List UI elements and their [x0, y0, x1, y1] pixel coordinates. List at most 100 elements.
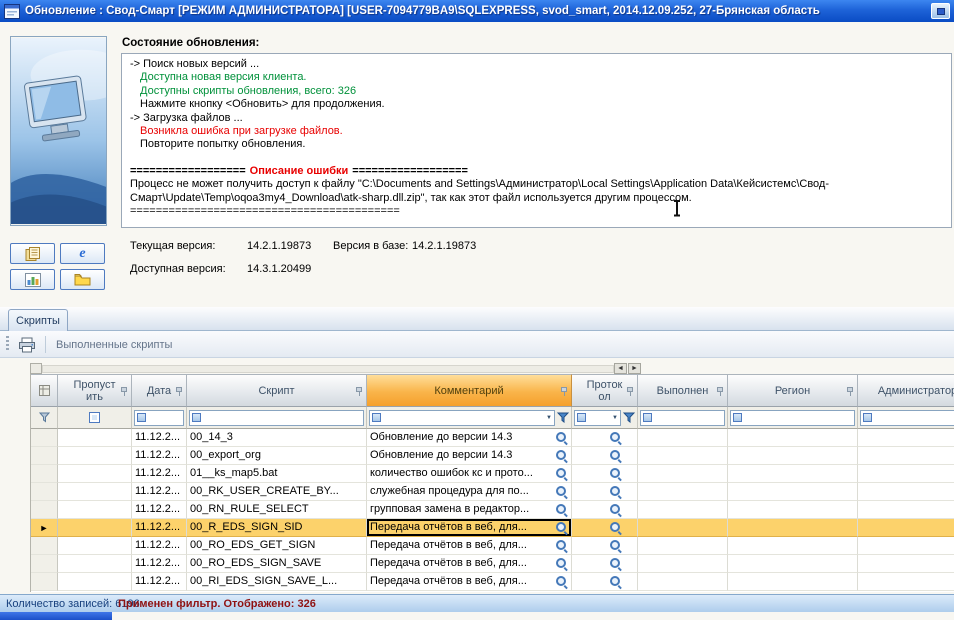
table-row[interactable]: 11.12.2... 00_RO_EDS_GET_SIGN Передача о… — [31, 537, 954, 555]
table-row[interactable]: 11.12.2... 00_14_3 Обновление до версии … — [31, 429, 954, 447]
header-comment[interactable]: Комментарий — [367, 374, 572, 407]
header-script[interactable]: Скрипт — [187, 374, 367, 407]
cell-skip[interactable] — [58, 519, 132, 537]
titlebar: Обновление : Свод-Смарт [РЕЖИМ АДМИНИСТР… — [0, 0, 954, 22]
pin-icon[interactable] — [847, 387, 854, 398]
magnifier-icon[interactable] — [610, 540, 622, 552]
current-version-label: Текущая версия: — [130, 240, 216, 252]
log-line: Возникла ошибка при загрузке файлов. — [140, 125, 343, 138]
pin-icon[interactable] — [627, 387, 634, 398]
cell-date: 11.12.2... — [132, 429, 187, 447]
journal-button[interactable] — [10, 243, 55, 264]
header-region[interactable]: Регион — [728, 374, 858, 407]
header-skip[interactable]: Пропустить — [58, 374, 132, 407]
table-row[interactable]: 11.12.2... 01__ks_map5.bat количество ош… — [31, 465, 954, 483]
header-executed[interactable]: Выполнен — [638, 374, 728, 407]
hscroll-left-arrow[interactable]: ◄ — [614, 363, 627, 374]
cell-protocol — [572, 501, 638, 519]
active-filter-funnel-icon[interactable] — [622, 412, 636, 424]
magnifier-icon[interactable] — [610, 486, 622, 498]
magnifier-icon[interactable] — [556, 540, 568, 552]
toolbar-grip[interactable] — [6, 336, 9, 352]
cell-date: 11.12.2... — [132, 447, 187, 465]
current-version-value: 14.2.1.19873 — [247, 240, 312, 252]
chart-icon — [24, 272, 41, 287]
titlebar-button[interactable] — [931, 3, 950, 19]
magnifier-icon[interactable] — [556, 450, 568, 462]
pin-icon[interactable] — [717, 387, 724, 398]
header-corner[interactable] — [31, 374, 58, 407]
pin-icon[interactable] — [176, 387, 183, 398]
error-heading-label: Описание ошибки — [249, 164, 349, 177]
status-bar: Количество записей: 6196 Применен фильтр… — [0, 594, 954, 612]
filter-field-icon — [372, 413, 381, 422]
checkbox-icon[interactable] — [89, 412, 100, 423]
filter-protocol[interactable]: ▼ — [572, 407, 638, 429]
cell-skip[interactable] — [58, 447, 132, 465]
magnifier-icon[interactable] — [556, 504, 568, 516]
header-admin[interactable]: Администратор — [858, 374, 954, 407]
dropdown-arrow-icon[interactable]: ▼ — [546, 415, 552, 421]
chart-button[interactable] — [10, 269, 55, 290]
cell-script: 00_14_3 — [187, 429, 367, 447]
filter-skip[interactable] — [58, 407, 132, 429]
table-row[interactable]: 11.12.2... 00_RK_USER_CREATE_BY... служе… — [31, 483, 954, 501]
magnifier-icon[interactable] — [610, 558, 622, 570]
error-heading-eq-right: ================== — [352, 164, 468, 177]
filter-script[interactable] — [187, 407, 367, 429]
header-date[interactable]: Дата — [132, 374, 187, 407]
pin-icon[interactable] — [561, 387, 568, 398]
magnifier-icon[interactable] — [556, 468, 568, 480]
cell-skip[interactable] — [58, 573, 132, 591]
cell-comment-focused[interactable]: Передача отчётов в веб, для... — [367, 519, 572, 537]
folder-button[interactable] — [60, 269, 105, 290]
hscrollbar-track[interactable] — [42, 365, 614, 373]
filter-admin[interactable] — [858, 407, 954, 429]
cell-executed — [638, 465, 728, 483]
filter-corner[interactable] — [31, 407, 58, 429]
magnifier-icon[interactable] — [610, 576, 622, 588]
magnifier-icon[interactable] — [610, 468, 622, 480]
cell-skip[interactable] — [58, 465, 132, 483]
cell-comment: Передача отчётов в веб, для... — [367, 555, 572, 573]
browser-button[interactable]: e — [60, 243, 105, 264]
cell-skip[interactable] — [58, 537, 132, 555]
cell-skip[interactable] — [58, 429, 132, 447]
magnifier-icon[interactable] — [610, 522, 622, 534]
magnifier-icon[interactable] — [610, 432, 622, 444]
magnifier-icon[interactable] — [610, 504, 622, 516]
magnifier-icon[interactable] — [556, 486, 568, 498]
header-protocol[interactable]: Протокол — [572, 374, 638, 407]
table-row-selected[interactable]: ► 11.12.2... 00_R_EDS_SIGN_SID Передача … — [31, 519, 954, 537]
cell-date: 11.12.2... — [132, 537, 187, 555]
cell-skip[interactable] — [58, 555, 132, 573]
hscroll-right-arrow[interactable]: ► — [628, 363, 641, 374]
table-row[interactable]: 11.12.2... 00_RN_RULE_SELECT групповая з… — [31, 501, 954, 519]
cell-date: 11.12.2... — [132, 501, 187, 519]
cell-region — [728, 573, 858, 591]
magnifier-icon[interactable] — [556, 576, 568, 588]
magnifier-icon[interactable] — [556, 432, 568, 444]
filter-date[interactable] — [132, 407, 187, 429]
row-indicator — [31, 447, 58, 465]
pin-icon[interactable] — [356, 387, 363, 398]
magnifier-icon[interactable] — [556, 558, 568, 570]
cell-skip[interactable] — [58, 501, 132, 519]
table-row[interactable]: 11.12.2... 00_RI_EDS_SIGN_SAVE_L... Пере… — [31, 573, 954, 591]
print-button[interactable] — [15, 334, 39, 355]
tab-scripts[interactable]: Скрипты — [8, 309, 68, 331]
active-filter-funnel-icon[interactable] — [556, 412, 570, 424]
magnifier-icon[interactable] — [610, 450, 622, 462]
table-row[interactable]: 11.12.2... 00_RO_EDS_SIGN_SAVE Передача … — [31, 555, 954, 573]
dropdown-arrow-icon[interactable]: ▼ — [612, 415, 618, 421]
magnifier-icon[interactable] — [556, 522, 568, 534]
cell-skip[interactable] — [58, 483, 132, 501]
table-row[interactable]: 11.12.2... 00_export_org Обновление до в… — [31, 447, 954, 465]
filter-region[interactable] — [728, 407, 858, 429]
filter-comment[interactable]: ▼ — [367, 407, 572, 429]
cell-region — [728, 465, 858, 483]
filter-executed[interactable] — [638, 407, 728, 429]
pin-icon[interactable] — [121, 387, 128, 398]
cell-protocol — [572, 483, 638, 501]
cell-comment: групповая замена в редактор... — [367, 501, 572, 519]
